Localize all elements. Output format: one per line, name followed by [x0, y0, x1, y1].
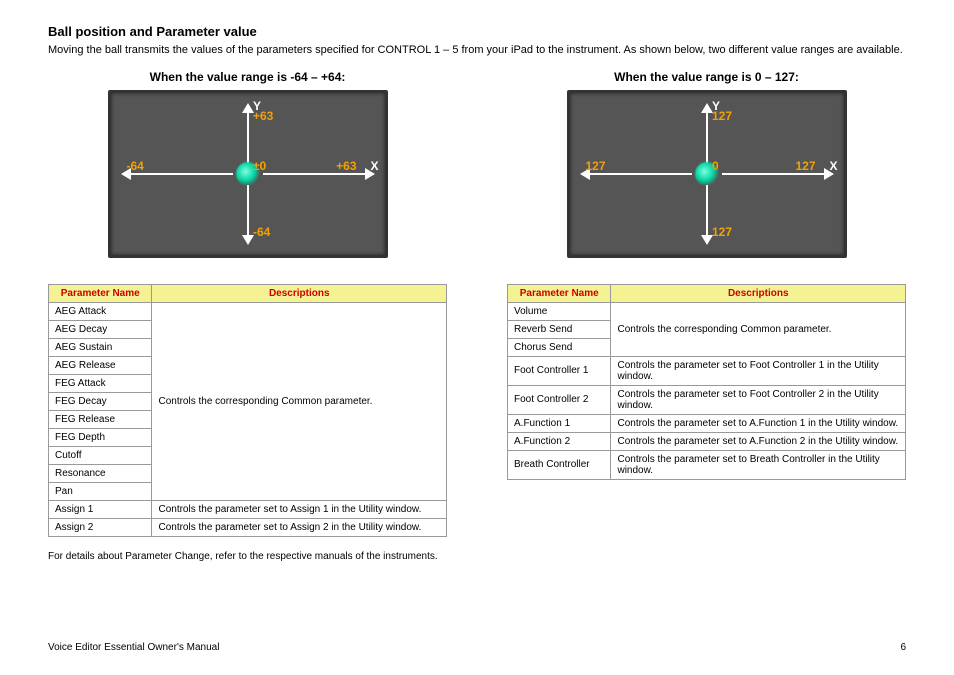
param-desc-cell: Controls the parameter set to Assign 2 i…: [152, 518, 447, 536]
arrow-up-icon: [706, 105, 708, 163]
param-name-cell: FEG Decay: [49, 392, 152, 410]
table-row: A.Function 2Controls the parameter set t…: [508, 432, 906, 450]
param-desc-cell: Controls the parameter set to Foot Contr…: [611, 385, 906, 414]
param-name-cell: Chorus Send: [508, 338, 611, 356]
param-name-cell: Volume: [508, 302, 611, 320]
col-header-param: Parameter Name: [49, 284, 152, 302]
param-name-cell: Breath Controller: [508, 450, 611, 479]
pad-top-value: 127: [712, 109, 732, 123]
param-table-left: Parameter Name Descriptions AEG AttackCo…: [48, 284, 447, 537]
table-row: Assign 1Controls the parameter set to As…: [49, 500, 447, 518]
right-subhead: When the value range is 0 – 127:: [507, 70, 906, 84]
x-axis-label: X: [829, 159, 837, 173]
param-table-right: Parameter Name Descriptions VolumeContro…: [507, 284, 906, 480]
param-desc-cell: Controls the corresponding Common parame…: [611, 302, 906, 356]
table-row: Foot Controller 1Controls the parameter …: [508, 356, 906, 385]
param-name-cell: A.Function 1: [508, 414, 611, 432]
table-row: AEG AttackControls the corresponding Com…: [49, 302, 447, 320]
col-header-desc: Descriptions: [152, 284, 447, 302]
arrow-up-icon: [247, 105, 249, 163]
xy-pad-left[interactable]: Y X +63 +63 -64 -64 ±0: [108, 90, 388, 258]
param-desc-cell: Controls the parameter set to Assign 1 i…: [152, 500, 447, 518]
pad-center-value: 0: [712, 159, 719, 173]
param-name-cell: AEG Release: [49, 356, 152, 374]
xy-pad-right[interactable]: Y X 127 127 127 127 0: [567, 90, 847, 258]
param-name-cell: Resonance: [49, 464, 152, 482]
table-row: A.Function 1Controls the parameter set t…: [508, 414, 906, 432]
columns: When the value range is -64 – +64: Y X +…: [48, 68, 906, 572]
arrow-down-icon: [247, 185, 249, 243]
intro-paragraph: Moving the ball transmits the values of …: [48, 43, 906, 58]
param-desc-cell: Controls the parameter set to Breath Con…: [611, 450, 906, 479]
table-row: VolumeControls the corresponding Common …: [508, 302, 906, 320]
table-row: Assign 2Controls the parameter set to As…: [49, 518, 447, 536]
table-row: Foot Controller 2Controls the parameter …: [508, 385, 906, 414]
pad-top-value: +63: [253, 109, 273, 123]
page-number: 6: [900, 642, 906, 653]
param-desc-cell: Controls the corresponding Common parame…: [152, 302, 447, 500]
pad-left-value: 127: [586, 159, 606, 173]
left-subhead: When the value range is -64 – +64:: [48, 70, 447, 84]
section-heading: Ball position and Parameter value: [48, 24, 906, 39]
param-name-cell: AEG Decay: [49, 320, 152, 338]
param-name-cell: Assign 1: [49, 500, 152, 518]
param-name-cell: FEG Depth: [49, 428, 152, 446]
table-row: Breath ControllerControls the parameter …: [508, 450, 906, 479]
param-name-cell: Cutoff: [49, 446, 152, 464]
page-footer: Voice Editor Essential Owner's Manual 6: [48, 642, 906, 653]
param-name-cell: Foot Controller 2: [508, 385, 611, 414]
param-desc-cell: Controls the parameter set to A.Function…: [611, 414, 906, 432]
left-column: When the value range is -64 – +64: Y X +…: [48, 68, 447, 572]
col-header-desc: Descriptions: [611, 284, 906, 302]
footer-title: Voice Editor Essential Owner's Manual: [48, 642, 219, 653]
param-name-cell: FEG Release: [49, 410, 152, 428]
pad-bottom-value: -64: [253, 225, 270, 239]
param-desc-cell: Controls the parameter set to Foot Contr…: [611, 356, 906, 385]
param-name-cell: Foot Controller 1: [508, 356, 611, 385]
param-desc-cell: Controls the parameter set to A.Function…: [611, 432, 906, 450]
param-name-cell: AEG Sustain: [49, 338, 152, 356]
footnote: For details about Parameter Change, refe…: [48, 551, 447, 562]
param-name-cell: AEG Attack: [49, 302, 152, 320]
pad-left-value: -64: [127, 159, 144, 173]
right-column: When the value range is 0 – 127: Y X 127…: [507, 68, 906, 572]
param-name-cell: Reverb Send: [508, 320, 611, 338]
col-header-param: Parameter Name: [508, 284, 611, 302]
x-axis-label: X: [370, 159, 378, 173]
param-name-cell: FEG Attack: [49, 374, 152, 392]
pad-center-value: ±0: [253, 159, 266, 173]
param-name-cell: Pan: [49, 482, 152, 500]
pad-bottom-value: 127: [712, 225, 732, 239]
param-name-cell: A.Function 2: [508, 432, 611, 450]
param-name-cell: Assign 2: [49, 518, 152, 536]
arrow-down-icon: [706, 185, 708, 243]
pad-right-value: +63: [336, 159, 356, 173]
pad-right-value: 127: [795, 159, 815, 173]
